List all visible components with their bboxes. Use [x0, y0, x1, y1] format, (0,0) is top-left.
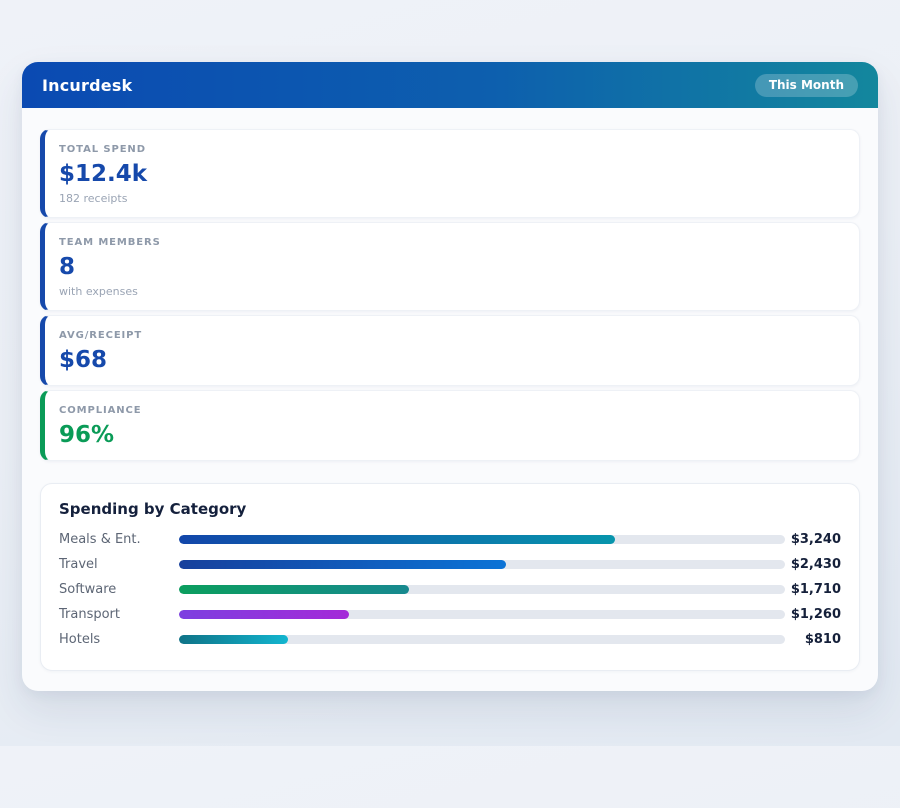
chart-row-transport: Transport $1,260: [59, 602, 841, 627]
bar-track: [179, 535, 785, 544]
chart-row-hotels: Hotels $810: [59, 627, 841, 652]
bar-track: [179, 560, 785, 569]
stat-value: 96%: [59, 421, 841, 449]
category-label: Travel: [59, 557, 179, 572]
stat-subtext: 182 receipts: [59, 192, 841, 206]
bar-fill: [179, 560, 506, 569]
bar-fill: [179, 610, 349, 619]
stat-card-total-spend: TOTAL SPEND $12.4k 182 receipts: [40, 129, 860, 218]
app-title: Incurdesk: [42, 76, 132, 95]
category-value: $3,240: [785, 532, 841, 547]
chart-row-software: Software $1,710: [59, 577, 841, 602]
bar-track: [179, 610, 785, 619]
stat-label: TEAM MEMBERS: [59, 236, 841, 249]
period-filter-badge[interactable]: This Month: [755, 74, 858, 97]
spending-chart-card: Spending by Category Meals & Ent. $3,240 T…: [40, 483, 860, 671]
chart-title: Spending by Category: [59, 500, 841, 518]
category-label: Meals & Ent.: [59, 532, 179, 547]
chart-row-meals-ent-: Meals & Ent. $3,240: [59, 527, 841, 552]
dashboard-card: Incurdesk This Month TOTAL SPEND $12.4k 18…: [22, 62, 878, 691]
bar-track: [179, 585, 785, 594]
category-value: $810: [785, 632, 841, 647]
stat-card-avg-receipt: AVG/RECEIPT $68: [40, 315, 860, 386]
stat-value: 8: [59, 253, 841, 281]
category-label: Software: [59, 582, 179, 597]
stat-label: AVG/RECEIPT: [59, 329, 841, 342]
stat-label: TOTAL SPEND: [59, 143, 841, 156]
bar-track: [179, 635, 785, 644]
chart-row-travel: Travel $2,430: [59, 552, 841, 577]
chart-row-list: Meals & Ent. $3,240 Travel $2,430 Software $1…: [59, 527, 841, 652]
stat-card-list: TOTAL SPEND $12.4k 182 receipts TEAM MEMBER…: [40, 129, 860, 461]
category-value: $1,260: [785, 607, 841, 622]
bar-fill: [179, 585, 409, 594]
stat-label: COMPLIANCE: [59, 404, 841, 417]
dashboard-body: TOTAL SPEND $12.4k 182 receipts TEAM MEMBER…: [22, 108, 878, 691]
stat-value: $68: [59, 346, 841, 374]
category-label: Hotels: [59, 632, 179, 647]
bar-fill: [179, 635, 288, 644]
stat-subtext: with expenses: [59, 285, 841, 299]
category-label: Transport: [59, 607, 179, 622]
category-value: $2,430: [785, 557, 841, 572]
stat-card-team-members: TEAM MEMBERS 8 with expenses: [40, 222, 860, 311]
category-value: $1,710: [785, 582, 841, 597]
stat-card-compliance: COMPLIANCE 96%: [40, 390, 860, 461]
bar-fill: [179, 535, 615, 544]
stat-value: $12.4k: [59, 160, 841, 188]
app-header: Incurdesk This Month: [22, 62, 878, 108]
